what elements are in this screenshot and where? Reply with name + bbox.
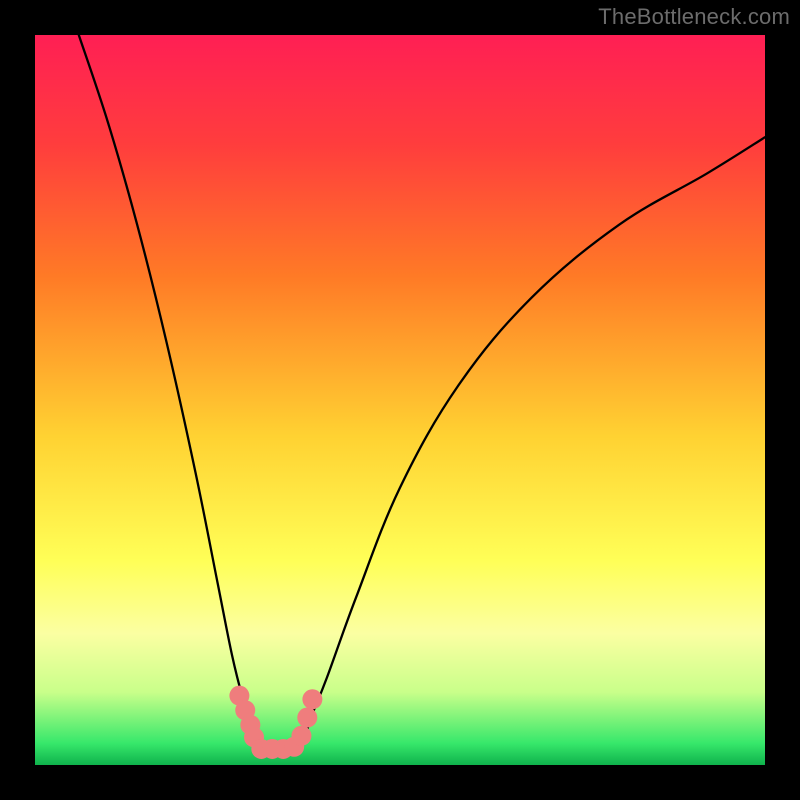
highlight-point: [297, 708, 317, 728]
plot-background: [35, 35, 765, 765]
bottleneck-chart: [0, 0, 800, 800]
chart-frame: TheBottleneck.com: [0, 0, 800, 800]
highlight-point: [291, 726, 311, 746]
watermark-text: TheBottleneck.com: [598, 4, 790, 30]
highlight-point: [302, 689, 322, 709]
